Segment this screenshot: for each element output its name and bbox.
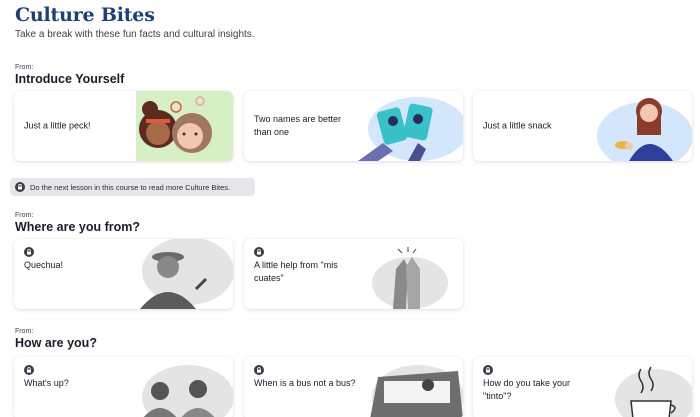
- friends-illustration: [118, 357, 233, 417]
- section-title: Introduce Yourself: [15, 72, 125, 86]
- snack-illustration: [577, 91, 692, 161]
- card-label: When is a bus not a bus?: [254, 378, 356, 388]
- culture-bite-card[interactable]: Two names are better than one: [244, 91, 463, 161]
- culture-bite-card-locked[interactable]: How do you take your "tinto"?: [473, 357, 692, 417]
- banner-text: Do the next lesson in this course to rea…: [30, 182, 231, 192]
- high-five-illustration: [348, 239, 463, 309]
- card-label: Just a little snack: [483, 120, 552, 131]
- kissing-illustration: [118, 91, 233, 161]
- bus-illustration: [348, 357, 463, 417]
- page-subtitle: Take a break with these fun facts and cu…: [15, 29, 255, 40]
- locked-content-banner: Do the next lesson in this course to rea…: [10, 178, 255, 196]
- lock-icon: [15, 182, 25, 192]
- lock-icon: [24, 247, 34, 257]
- card-label: What's up?: [24, 378, 69, 388]
- coffee-cup-illustration: [577, 357, 692, 417]
- culture-bite-card-locked[interactable]: A little help from "mis cuates": [244, 239, 463, 309]
- section-title: How are you?: [15, 336, 97, 350]
- card-label: Just a little peck!: [24, 120, 91, 131]
- page-title: Culture Bites: [15, 4, 155, 26]
- card-label: Quechua!: [24, 260, 64, 270]
- culture-bite-card-locked[interactable]: What's up?: [14, 357, 233, 417]
- section-title: Where are you from?: [15, 220, 141, 234]
- section-from-label: From:: [15, 328, 34, 335]
- lock-icon: [254, 365, 264, 375]
- quechua-illustration: [118, 239, 233, 309]
- card-label: How do you take your "tinto"?: [483, 378, 571, 401]
- lock-icon: [483, 365, 493, 375]
- section-from-label: From:: [15, 212, 34, 219]
- card-label: A little help from "mis cuates": [254, 260, 338, 283]
- culture-bite-card-locked[interactable]: Quechua!: [14, 239, 233, 309]
- phones-illustration: [348, 91, 463, 161]
- culture-bite-card[interactable]: Just a little snack: [473, 91, 692, 161]
- lock-icon: [24, 365, 34, 375]
- card-label: Two names are better than one: [254, 114, 342, 137]
- culture-bite-card[interactable]: Just a little peck!: [14, 91, 233, 161]
- section-from-label: From:: [15, 64, 34, 71]
- culture-bite-card-locked[interactable]: When is a bus not a bus?: [244, 357, 463, 417]
- lock-icon: [254, 247, 264, 257]
